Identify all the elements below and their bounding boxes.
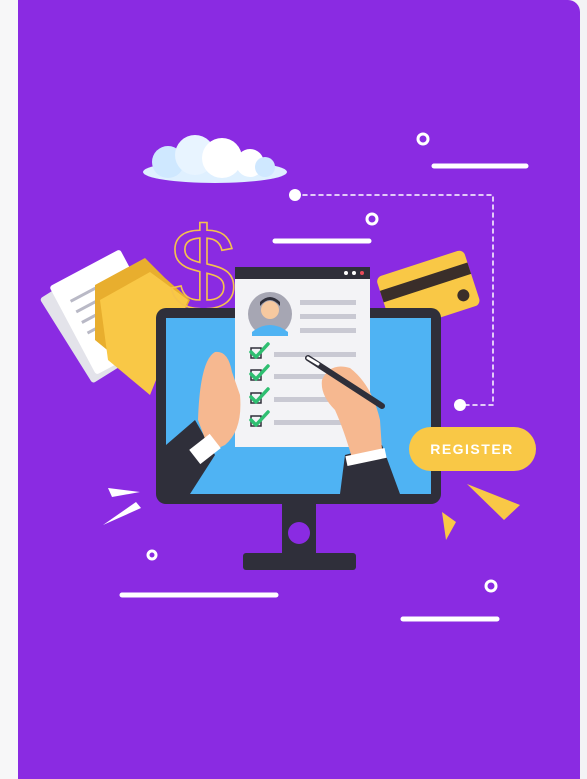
cloud-icon xyxy=(143,135,287,183)
connector-dot-bottom xyxy=(454,399,466,411)
confetti-shapes xyxy=(103,488,141,525)
page: $ REGISTER xyxy=(0,0,587,779)
avatar-icon xyxy=(248,292,292,336)
register-illustration: $ xyxy=(40,132,536,622)
connector-dot-top xyxy=(289,189,301,201)
register-label: REGISTER xyxy=(430,441,514,457)
confetti-shapes xyxy=(442,484,520,540)
